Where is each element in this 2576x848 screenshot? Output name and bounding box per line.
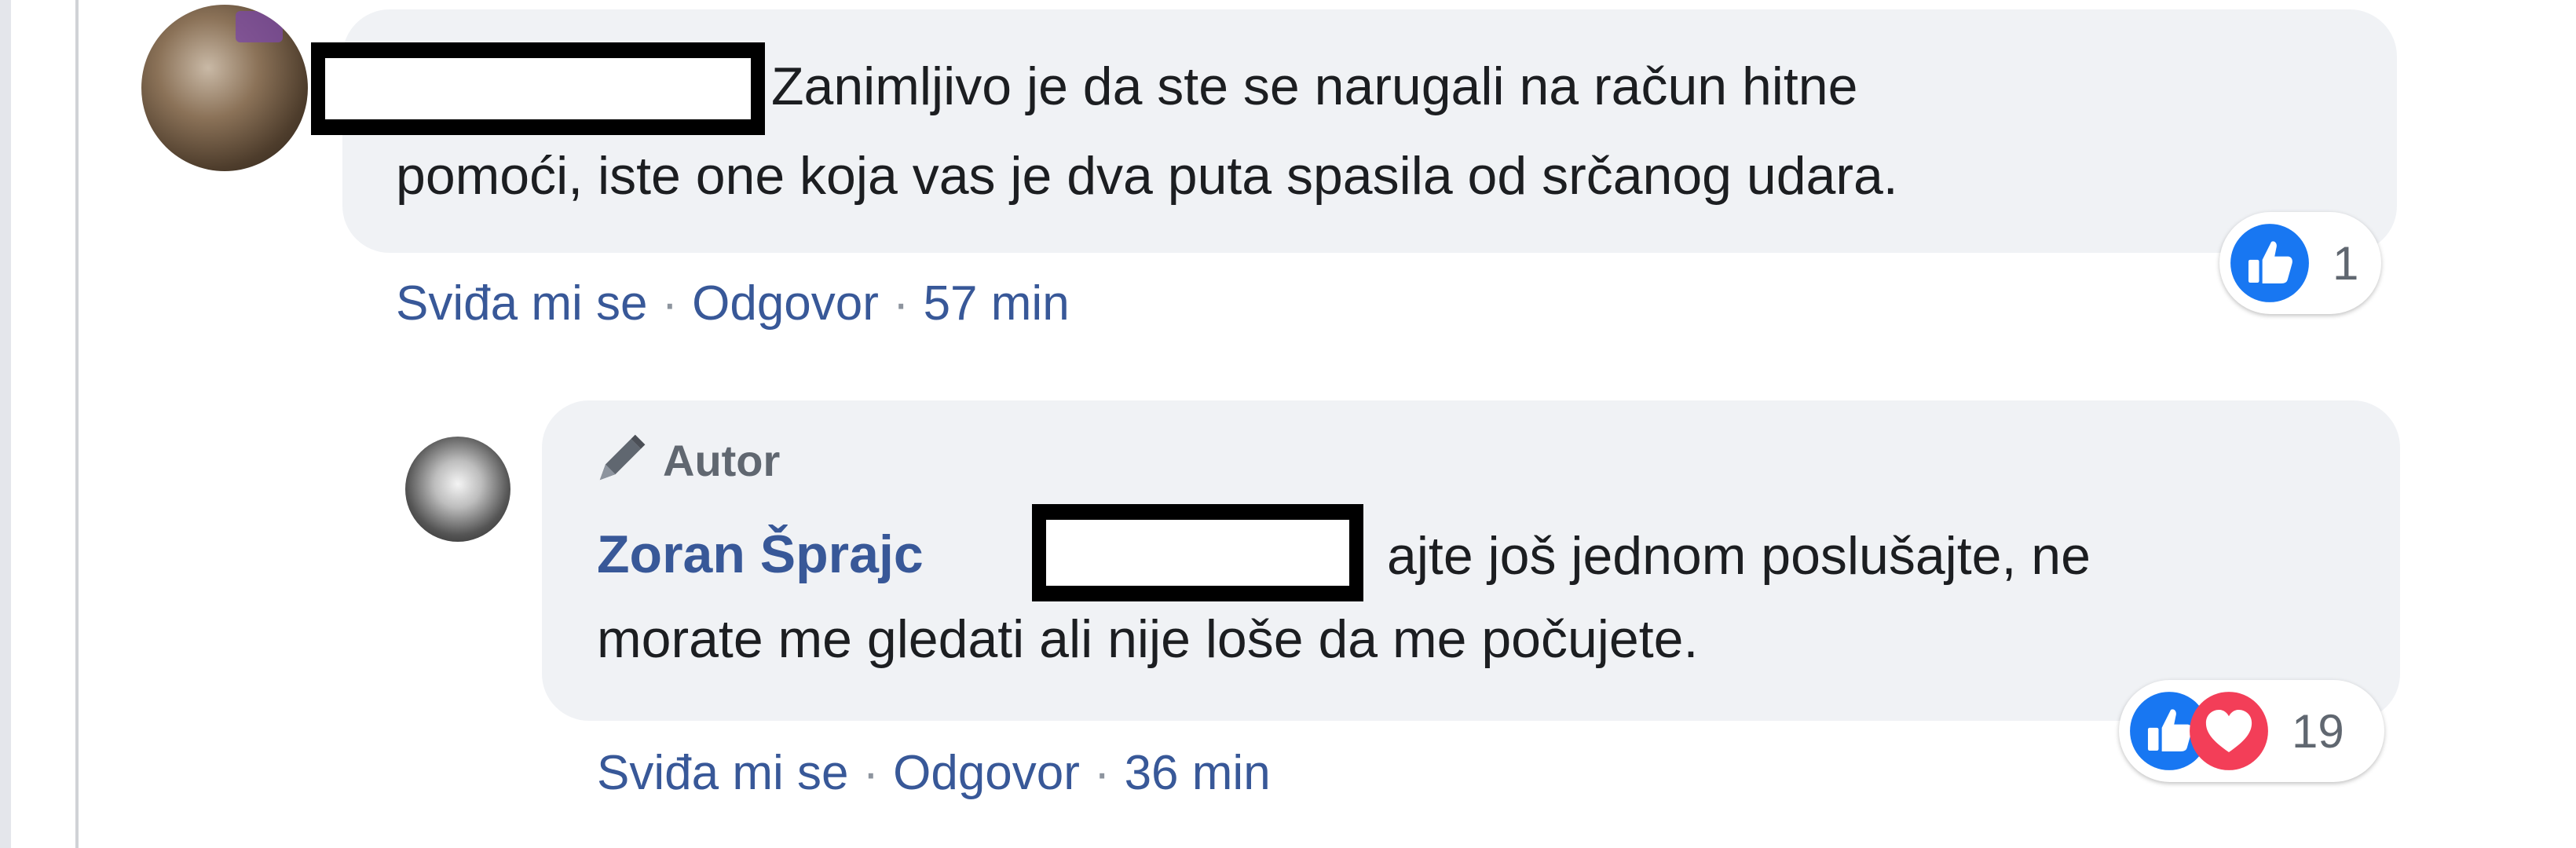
redacted-author-name — [311, 42, 765, 135]
reaction-summary[interactable]: 19 — [2119, 680, 2384, 782]
comment-actions: Sviđa mi se · Odgovor · 36 min — [597, 738, 1271, 809]
commenter-avatar[interactable] — [141, 5, 308, 171]
thread-divider — [75, 0, 79, 848]
pencil-icon — [599, 434, 646, 481]
redacted-mention — [1032, 504, 1363, 601]
separator: · — [892, 276, 909, 331]
comment-actions: Sviđa mi se · Odgovor · 57 min — [396, 269, 1070, 339]
like-link[interactable]: Sviđa mi se — [597, 746, 848, 800]
reaction-count: 1 — [2333, 236, 2359, 290]
separator: · — [1093, 746, 1111, 800]
like-icon — [2230, 224, 2309, 302]
page-left-border — [0, 0, 11, 848]
separator: · — [862, 746, 880, 800]
reaction-count: 19 — [2292, 704, 2344, 758]
reply-link[interactable]: Odgovor — [893, 746, 1080, 800]
author-badge: Autor — [584, 424, 780, 496]
like-link[interactable]: Sviđa mi se — [396, 276, 647, 331]
comment-text-line: pomoći, iste one koja vas je dva puta sp… — [396, 146, 1898, 206]
timestamp[interactable]: 57 min — [924, 276, 1070, 331]
separator: · — [661, 276, 679, 331]
love-icon — [2190, 692, 2268, 770]
author-avatar[interactable] — [405, 437, 510, 542]
reply-link[interactable]: Odgovor — [692, 276, 879, 331]
author-name-link[interactable]: Zoran Šprajc — [597, 514, 924, 595]
comment-text-line: morate me gledati ali nije loše da me po… — [597, 609, 1699, 669]
timestamp[interactable]: 36 min — [1125, 746, 1271, 800]
comment-text-line: Zanimljivo je da ste se narugali na raču… — [771, 57, 1858, 116]
comment-text-line: ajte još jednom poslušajte, ne — [1387, 526, 2091, 586]
reaction-summary[interactable]: 1 — [2219, 212, 2381, 314]
author-badge-label: Autor — [663, 435, 781, 485]
